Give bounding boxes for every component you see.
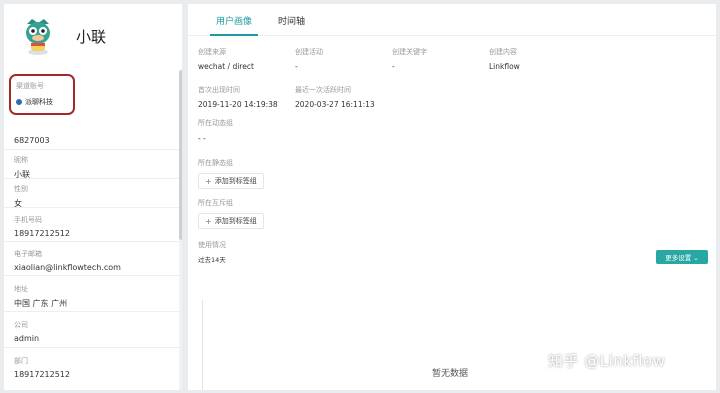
left-scrollbar[interactable]: [179, 70, 182, 390]
mascot-icon: [26, 19, 50, 55]
info-value: -: [392, 62, 395, 71]
field-email: 电子邮箱 xiaolian@linkflowtech.com: [4, 242, 182, 276]
field-label: 手机号码: [14, 216, 42, 224]
more-settings-button[interactable]: 更多设置 ⌄: [656, 250, 708, 264]
created-keyword: 创建关键字 -: [392, 47, 427, 71]
field-value: 18917212512: [14, 370, 70, 379]
profile-fields: 6827003 昵称 小联 性别 女 手机号码 18917212512 电子邮箱…: [4, 70, 182, 390]
info-value: -: [295, 62, 298, 71]
info-label: 创建来源: [198, 48, 226, 56]
field-value: admin: [14, 334, 40, 343]
tab-user-profile[interactable]: 用户画像: [206, 4, 262, 36]
created-source: 创建来源 wechat / direct: [198, 47, 254, 71]
button-label: 添加到标签组: [214, 217, 257, 225]
field-value: 6827003: [14, 136, 50, 145]
info-value: 2020-03-27 16:11:13: [295, 100, 375, 109]
empty-state-text: 暂无数据: [432, 369, 469, 379]
chart-axis: [202, 300, 203, 390]
section-value: - -: [198, 134, 206, 143]
field-label: 部门: [14, 357, 28, 365]
usage-chart: 暂无数据: [202, 300, 707, 390]
profile-panel: 小联 6827003 昵称 小联 性别 女 手机号码 18917212512 电…: [4, 4, 182, 390]
field-company: 公司 admin: [4, 312, 182, 348]
add-to-tag-group-button[interactable]: + 添加到标签组: [198, 213, 264, 229]
field-department: 部门 18917212512: [4, 348, 182, 384]
field-gender: 性别 女: [4, 179, 182, 208]
section-label: 所在静态组: [198, 159, 233, 167]
field-value: xiaolian@linkflowtech.com: [14, 263, 121, 272]
plus-icon: +: [205, 216, 212, 226]
field-id: 6827003: [4, 128, 182, 150]
tab-timeline[interactable]: 时间轴: [268, 4, 315, 35]
first-seen: 首次出现时间 2019-11-20 14:19:38: [198, 85, 278, 109]
field-label: 昵称: [14, 156, 28, 164]
tab-bar: 用户画像 时间轴: [188, 4, 716, 36]
info-value: 2019-11-20 14:19:38: [198, 100, 278, 109]
watermark: 知乎 @Linkflow: [548, 352, 666, 370]
section-label: 所在互斥组: [198, 199, 233, 207]
usage-period: 过去14天: [198, 256, 226, 264]
mutex-group: 所在互斥组 + 添加到标签组: [198, 198, 264, 229]
button-label: 添加到标签组: [214, 177, 257, 185]
info-label: 创建内容: [489, 48, 517, 56]
info-label: 首次出现时间: [198, 86, 240, 94]
field-label: 地址: [14, 285, 28, 293]
field-address: 地址 中国 广东 广州: [4, 276, 182, 312]
info-value: Linkflow: [489, 62, 520, 71]
plus-icon: +: [205, 176, 212, 186]
field-phone: 手机号码 18917212512: [4, 208, 182, 242]
created-activity: 创建活动 -: [295, 47, 323, 71]
info-label: 创建活动: [295, 48, 323, 56]
field-label: 性别: [14, 185, 28, 193]
info-label: 最近一次活跃时间: [295, 86, 351, 94]
section-label: 所在动态组: [198, 119, 233, 127]
field-value: 18917212512: [14, 229, 70, 238]
field-value: 中国 广东 广州: [14, 299, 68, 308]
info-value: wechat / direct: [198, 62, 254, 71]
field-label: 电子邮箱: [14, 250, 42, 258]
dynamic-group: 所在动态组 - -: [198, 118, 233, 143]
static-group: 所在静态组 + 添加到标签组: [198, 158, 264, 189]
info-label: 创建关键字: [392, 48, 427, 56]
usage-section: 使用情况 过去14天: [198, 240, 226, 264]
last-active: 最近一次活跃时间 2020-03-27 16:11:13: [295, 85, 375, 109]
scrollbar-thumb[interactable]: [179, 70, 182, 240]
section-label: 使用情况: [198, 241, 226, 249]
field-label: 公司: [14, 321, 28, 329]
profile-header: 小联: [4, 4, 182, 68]
detail-panel: 用户画像 时间轴 创建来源 wechat / direct 创建活动 - 创建关…: [188, 4, 716, 390]
created-content: 创建内容 Linkflow: [489, 47, 520, 71]
highlight-box: [9, 74, 75, 115]
add-to-tag-group-button[interactable]: + 添加到标签组: [198, 173, 264, 189]
profile-name: 小联: [76, 27, 107, 46]
avatar: [22, 16, 54, 56]
field-nickname: 昵称 小联: [4, 150, 182, 179]
